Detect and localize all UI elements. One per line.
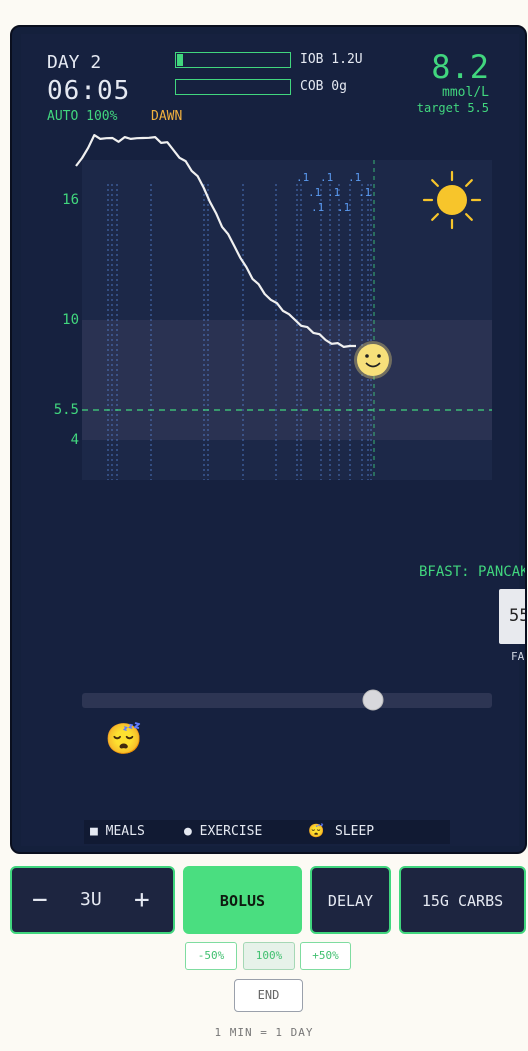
microbolus-label: .1 [320, 171, 333, 184]
pct-minus-50-button[interactable]: -50% [185, 942, 237, 970]
microbolus-label: .1 [348, 171, 361, 184]
sun-icon [422, 170, 482, 230]
meal-card[interactable]: 55 [499, 589, 525, 644]
microbolus-label: .1 [337, 201, 350, 214]
meal-label: BFAST: PANCAKES [419, 564, 527, 580]
game-screen: DAY 2 06:05 AUTO 100% DAWN IOB 1.2U COB … [21, 34, 525, 846]
carbs-label: 15G CARBS [421, 892, 504, 910]
carbs-button[interactable]: 15G CARBS [399, 866, 526, 934]
sleep-icon: 😴 [105, 722, 143, 757]
microbolus-label: .1 [327, 186, 340, 199]
timeline-handle[interactable] [362, 689, 384, 711]
dose-value: 3U [80, 889, 102, 910]
end-button[interactable]: END [234, 979, 303, 1012]
legend-meals: ■ MEALS [90, 824, 145, 839]
time-scale-note: 1 MIN = 1 DAY [214, 1026, 314, 1039]
y-tick-10: 10 [62, 312, 79, 328]
legend: ■ MEALS ● EXERCISE 😴 SLEEP [84, 820, 450, 844]
microbolus-label: .1 [308, 186, 321, 199]
legend-sleep: SLEEP [335, 824, 375, 839]
bolus-label: BOLUS [219, 892, 266, 910]
smiley-icon [354, 341, 392, 379]
target-range-band [82, 320, 492, 440]
y-tick-16: 16 [62, 192, 79, 208]
meal-sub: FA [511, 650, 525, 663]
microbolus-label: .1 [296, 171, 309, 184]
delay-button[interactable]: DELAY [310, 866, 391, 934]
glucose-chart: .1.1.1.1.1.1.1.1 [75, 133, 492, 711]
game-device: DAY 2 06:05 AUTO 100% DAWN IOB 1.2U COB … [10, 25, 527, 854]
timeline-track[interactable] [82, 693, 492, 708]
dose-minus-button[interactable]: − [32, 885, 48, 915]
microbolus-label: .1 [311, 201, 324, 214]
pct-100-button[interactable]: 100% [243, 942, 295, 970]
legend-sleep-icon: 😴 [308, 824, 325, 839]
microbolus-label: .1 [358, 186, 371, 199]
pct-plus-50-button[interactable]: +50% [300, 942, 351, 970]
dose-plus-button[interactable]: + [134, 885, 150, 915]
delay-label: DELAY [327, 892, 374, 910]
y-tick-5.5: 5.5 [53, 402, 79, 418]
bolus-button[interactable]: BOLUS [183, 866, 302, 934]
dose-stepper: − 3U + [10, 866, 175, 934]
legend-exercise: ● EXERCISE [184, 824, 263, 839]
y-tick-4: 4 [70, 432, 79, 448]
